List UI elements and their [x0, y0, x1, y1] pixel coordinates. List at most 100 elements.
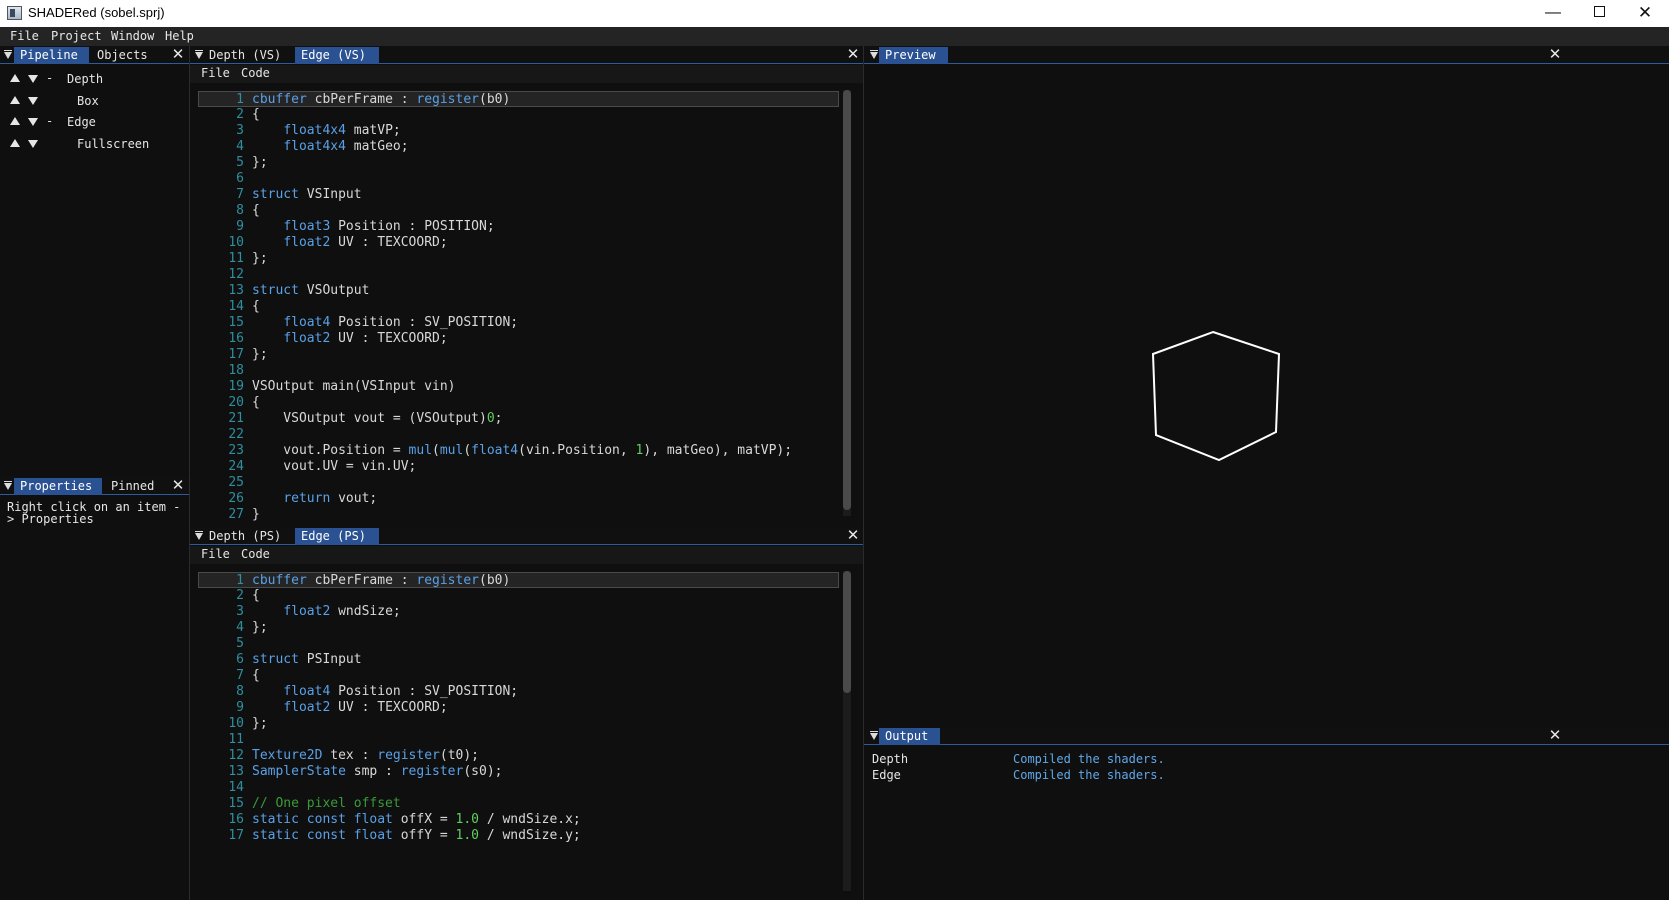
vs-code-line[interactable]: 18: [190, 363, 841, 379]
close-properties-icon[interactable]: ✕: [171, 477, 185, 494]
vs-code-line[interactable]: 25: [190, 475, 841, 491]
vs-code-line[interactable]: 14 {: [190, 299, 841, 315]
preview-viewport[interactable]: [864, 65, 1564, 725]
vs-code-line[interactable]: 24 vout.UV = vin.UV;: [190, 459, 841, 475]
ps-code-line[interactable]: 15 // One pixel offset: [190, 796, 841, 812]
vs-code-line[interactable]: 4 float4x4 matGeo;: [190, 139, 841, 155]
vs-code-line[interactable]: 3 float4x4 matVP;: [190, 123, 841, 139]
ps-code-line[interactable]: 3 float2 wndSize;: [190, 604, 841, 620]
menu-help[interactable]: Help: [165, 29, 194, 43]
ps-menu-code[interactable]: Code: [241, 547, 270, 561]
vs-code-line[interactable]: 6: [190, 171, 841, 187]
ps-menu-file[interactable]: File: [201, 547, 230, 561]
vs-code-line[interactable]: 17};: [190, 347, 841, 363]
vs-code-line[interactable]: 1 cbuffer cbPerFrame : register(b0): [198, 91, 839, 107]
vs-code-line[interactable]: 20 {: [190, 395, 841, 411]
close-vs-editor-icon[interactable]: ✕: [846, 46, 860, 63]
ps-code-line[interactable]: 10};: [190, 716, 841, 732]
menu-project[interactable]: Project: [51, 29, 102, 43]
collapse-triangle-icon[interactable]: [4, 50, 12, 59]
vs-code-line[interactable]: 13 struct VSOutput: [190, 283, 841, 299]
ps-scroll-thumb[interactable]: [843, 571, 851, 693]
vs-code-line[interactable]: 11};: [190, 251, 841, 267]
vs-code-line[interactable]: 9 float3 Position : POSITION;: [190, 219, 841, 235]
vs-code-line[interactable]: 2{: [190, 107, 841, 123]
collapse-icon[interactable]: -: [46, 114, 53, 128]
ps-code-line[interactable]: 8 float4 Position : SV_POSITION;: [190, 684, 841, 700]
vs-code-line[interactable]: 10 float2 UV : TEXCOORD;: [190, 235, 841, 251]
vs-code-line[interactable]: 23 vout.Position = mul(mul(float4(vin.Po…: [190, 443, 841, 459]
tab-edge-ps[interactable]: Edge (PS): [295, 528, 379, 545]
vs-code-line[interactable]: 8{: [190, 203, 841, 219]
ps-code-line[interactable]: 6 struct PSInput: [190, 652, 841, 668]
collapse-icon[interactable]: -: [46, 71, 53, 85]
vs-scrollbar[interactable]: [843, 90, 851, 516]
ps-code-line[interactable]: 12 Texture2D tex : register(t0);: [190, 748, 841, 764]
vs-code-line[interactable]: 16 float2 UV : TEXCOORD;: [190, 331, 841, 347]
menu-file[interactable]: File: [10, 29, 39, 43]
tab-depth-ps[interactable]: Depth (PS): [203, 528, 297, 545]
vs-code-line[interactable]: 19 VSOutput main(VSInput vin): [190, 379, 841, 395]
close-pipeline-icon[interactable]: ✕: [171, 46, 185, 63]
collapse-triangle-icon[interactable]: [870, 731, 878, 740]
collapse-triangle-icon[interactable]: [195, 531, 203, 540]
line-number: 1: [236, 92, 244, 107]
ps-code-line[interactable]: 5: [190, 636, 841, 652]
move-up-icon[interactable]: [10, 96, 20, 104]
ps-code-line[interactable]: 16 static const float offX = 1.0 / wndSiz…: [190, 812, 841, 828]
move-up-icon[interactable]: [10, 74, 20, 82]
vs-code-line[interactable]: 7 struct VSInput: [190, 187, 841, 203]
move-up-icon[interactable]: [10, 139, 20, 147]
collapse-triangle-icon[interactable]: [195, 50, 203, 59]
move-down-icon[interactable]: [28, 97, 38, 105]
close-preview-icon[interactable]: ✕: [1548, 46, 1562, 63]
ps-code-line[interactable]: 14: [190, 780, 841, 796]
ps-code-line[interactable]: 2{: [190, 588, 841, 604]
close-ps-editor-icon[interactable]: ✕: [846, 527, 860, 544]
vs-code-line[interactable]: 22: [190, 427, 841, 443]
code-text: cbuffer cbPerFrame : register(b0): [252, 573, 511, 588]
vs-code-line[interactable]: 5};: [190, 155, 841, 171]
ps-code-line[interactable]: 1 cbuffer cbPerFrame : register(b0): [198, 572, 839, 588]
tab-edge-vs[interactable]: Edge (VS): [295, 47, 379, 64]
tab-objects[interactable]: Objects: [91, 47, 166, 64]
vs-scroll-thumb[interactable]: [843, 90, 851, 510]
tab-properties[interactable]: Properties: [14, 478, 102, 495]
collapse-triangle-icon[interactable]: [870, 50, 878, 59]
move-down-icon[interactable]: [28, 75, 38, 83]
move-up-icon[interactable]: [10, 117, 20, 125]
ps-code-line[interactable]: 4};: [190, 620, 841, 636]
close-output-icon[interactable]: ✕: [1548, 727, 1562, 744]
ps-scrollbar[interactable]: [843, 571, 851, 891]
vs-code-line[interactable]: 12: [190, 267, 841, 283]
maximize-button[interactable]: [1576, 0, 1622, 27]
tab-preview[interactable]: Preview: [879, 47, 948, 64]
menu-window[interactable]: Window: [111, 29, 154, 43]
tab-pinned[interactable]: Pinned: [105, 478, 165, 495]
tab-depth-vs[interactable]: Depth (VS): [203, 47, 297, 64]
ps-code-line[interactable]: 9 float2 UV : TEXCOORD;: [190, 700, 841, 716]
vs-code-line[interactable]: 21 VSOutput vout = (VSOutput)0;: [190, 411, 841, 427]
collapse-triangle-icon[interactable]: [4, 481, 12, 490]
pipeline-item-depth[interactable]: - Depth: [0, 70, 189, 90]
vs-code-line[interactable]: 27}: [190, 507, 841, 523]
ps-code-line[interactable]: 17 static const float offY = 1.0 / wndSiz…: [190, 828, 841, 844]
vs-code-line[interactable]: 15 float4 Position : SV_POSITION;: [190, 315, 841, 331]
move-down-icon[interactable]: [28, 140, 38, 148]
tab-output[interactable]: Output: [879, 728, 940, 745]
ps-code-line[interactable]: 11: [190, 732, 841, 748]
vs-menu-file[interactable]: File: [201, 66, 230, 80]
pipeline-item-box[interactable]: Box: [0, 92, 189, 112]
close-window-button[interactable]: ✕: [1622, 0, 1668, 27]
vs-menu-code[interactable]: Code: [241, 66, 270, 80]
minimize-button[interactable]: —: [1530, 0, 1576, 27]
move-down-icon[interactable]: [28, 118, 38, 126]
ps-code-line[interactable]: 7{: [190, 668, 841, 684]
vs-code-editor[interactable]: 1 cbuffer cbPerFrame : register(b0) 2{3 fl…: [190, 83, 863, 526]
pipeline-item-fullscreen[interactable]: Fullscreen: [0, 135, 189, 155]
pipeline-item-edge[interactable]: - Edge: [0, 113, 189, 133]
tab-pipeline[interactable]: Pipeline: [14, 47, 89, 64]
ps-code-line[interactable]: 13 SamplerState smp : register(s0);: [190, 764, 841, 780]
vs-code-line[interactable]: 26 return vout;: [190, 491, 841, 507]
ps-code-editor[interactable]: 1 cbuffer cbPerFrame : register(b0) 2{3 fl…: [190, 564, 863, 900]
